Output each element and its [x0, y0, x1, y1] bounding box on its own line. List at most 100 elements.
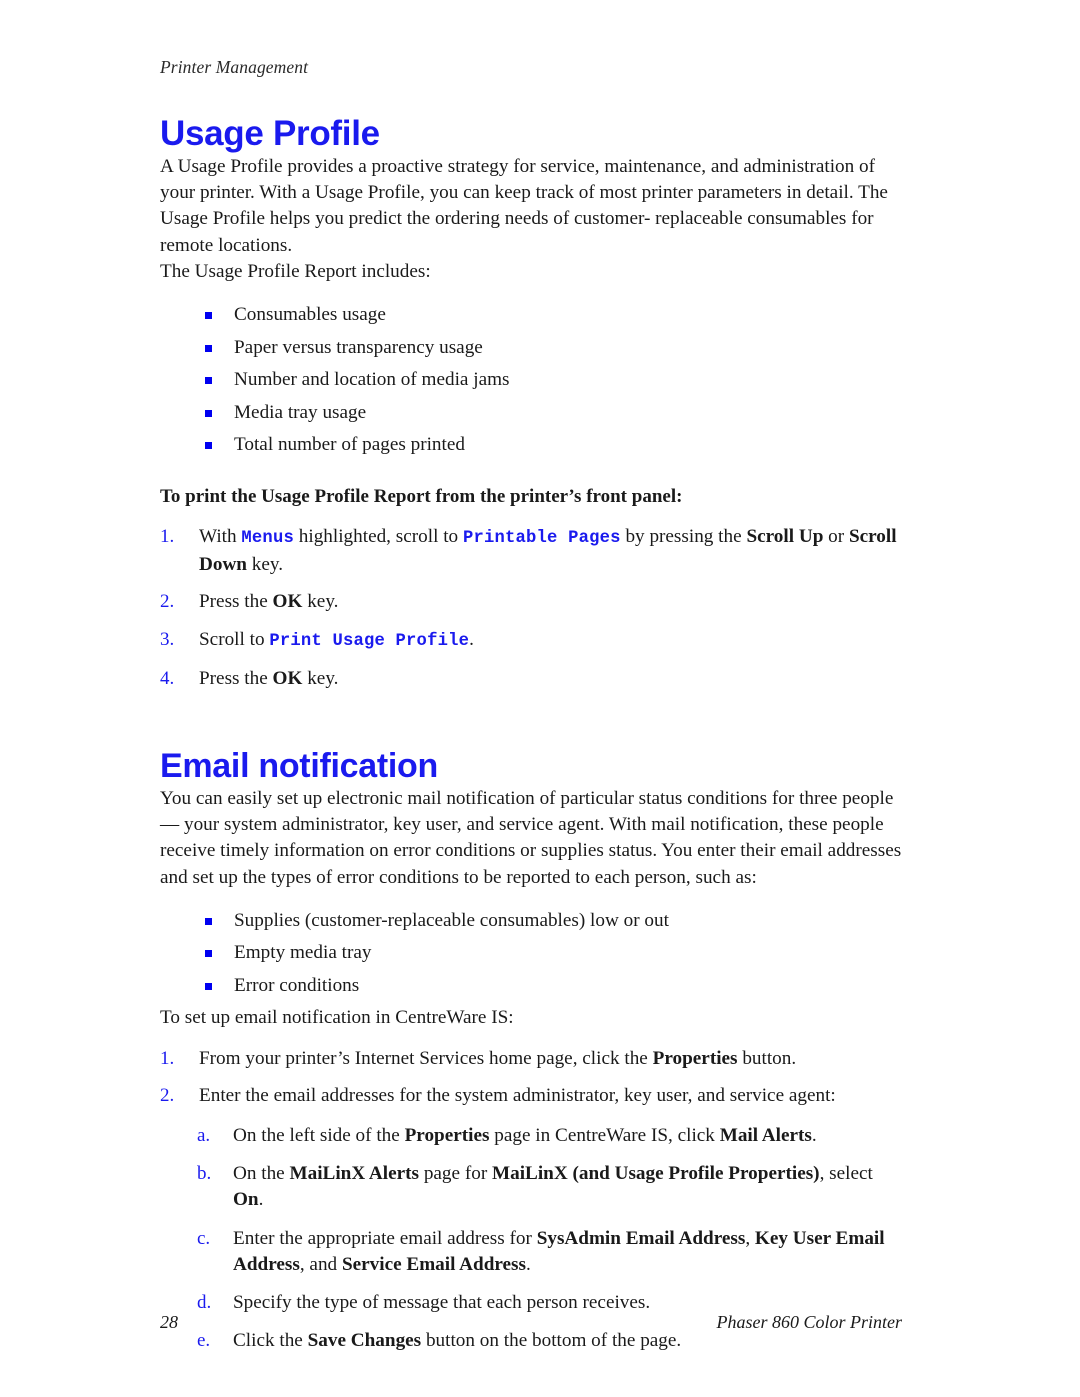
- ui-code-term: Menus: [241, 529, 294, 549]
- square-bullet-icon: [205, 409, 212, 417]
- bold-term: SysAdmin Email Address: [536, 1227, 746, 1249]
- page-content: Usage Profile A Usage Profile provides a…: [160, 104, 902, 1366]
- text-run: With: [199, 526, 242, 548]
- email-notification-intro-paragraph: You can easily set up electronic mail no…: [160, 788, 902, 888]
- email-notification-procedure-lead: To set up email notification in CentreWa…: [160, 1007, 514, 1029]
- text-run: highlighted, scroll to: [293, 526, 463, 548]
- step-text: Scroll to Print Usage Profile.: [199, 628, 474, 651]
- square-bullet-icon: [205, 442, 212, 450]
- text-run: From your printer’s Internet Services ho…: [199, 1047, 653, 1069]
- step-text: Press the OK key.: [199, 591, 338, 612]
- text-run: key.: [302, 591, 339, 613]
- procedure-step: 1. With Menus highlighted, scroll to Prin…: [160, 524, 902, 578]
- page-title-email-notification: Email notification: [160, 747, 438, 786]
- step-text: From your printer’s Internet Services ho…: [199, 1048, 796, 1069]
- step-marker: a.: [197, 1124, 211, 1146]
- step-marker: 2.: [160, 1084, 175, 1106]
- text-run: page for: [419, 1163, 492, 1185]
- square-bullet-icon: [205, 312, 212, 320]
- bold-term: MaiLinX (and Usage Profile Properties): [492, 1163, 820, 1185]
- procedure-step: a. On the left side of the Properties pag…: [160, 1123, 902, 1149]
- procedure-step: 2. Enter the email addresses for the syst…: [160, 1083, 902, 1109]
- list-item: Empty media tray: [160, 940, 902, 966]
- step-marker: 2.: [160, 591, 175, 613]
- step-marker: b.: [197, 1163, 212, 1185]
- bold-term: Properties: [652, 1047, 738, 1069]
- list-item: Paper versus transparency usage: [160, 335, 902, 361]
- usage-profile-list-lead: The Usage Profile Report includes:: [160, 260, 431, 282]
- text-run: .: [469, 628, 474, 650]
- list-item-label: Media tray usage: [234, 401, 367, 423]
- procedure-step: b. On the MaiLinX Alerts page for MaiLinX…: [160, 1161, 902, 1213]
- list-item: Media tray usage: [160, 400, 902, 426]
- running-header: Printer Management: [160, 57, 309, 77]
- text-run: ,: [745, 1227, 755, 1249]
- list-item-label: Empty media tray: [234, 942, 372, 964]
- bold-term: On: [233, 1189, 259, 1211]
- text-run: .: [258, 1189, 264, 1211]
- list-item: Total number of pages printed: [160, 432, 902, 458]
- procedure-step: 4. Press the OK key.: [160, 666, 902, 692]
- text-run: key.: [246, 554, 284, 576]
- list-item: Error conditions: [160, 973, 902, 999]
- text-run: Press the: [199, 667, 273, 689]
- text-run: , and: [299, 1253, 342, 1275]
- bold-term: MaiLinX Alerts: [289, 1163, 420, 1185]
- step-text: On the MaiLinX Alerts page for MaiLinX (…: [233, 1163, 873, 1210]
- bold-term: OK: [272, 591, 303, 613]
- text-run: Specify the type of message that each pe…: [233, 1291, 651, 1313]
- email-notification-steps: 1. From your printer’s Internet Services …: [160, 1046, 902, 1109]
- list-item: Consumables usage: [160, 302, 902, 328]
- text-run: On the left side of the: [233, 1124, 405, 1146]
- square-bullet-icon: [205, 344, 212, 352]
- usage-profile-intro-paragraph: A Usage Profile provides a proactive str…: [160, 156, 888, 256]
- bold-term: Scroll Up: [746, 526, 824, 548]
- step-text: Enter the appropriate email address for …: [233, 1228, 885, 1275]
- bold-term: Mail Alerts: [719, 1124, 812, 1146]
- text-run: button.: [737, 1047, 797, 1069]
- text-run: button on the bottom of the page.: [421, 1330, 682, 1352]
- list-item-label: Number and location of media jams: [234, 369, 510, 391]
- text-run: or: [823, 526, 849, 548]
- list-item: Number and location of media jams: [160, 367, 902, 393]
- page-title-usage-profile: Usage Profile: [160, 114, 380, 153]
- step-text: Click the Save Changes button on the bot…: [233, 1330, 681, 1351]
- text-run: On the: [233, 1163, 290, 1185]
- list-item-label: Paper versus transparency usage: [234, 336, 483, 358]
- footer-document-title: Phaser 860 Color Printer: [716, 1312, 902, 1332]
- step-marker: 3.: [160, 628, 175, 650]
- text-run: Enter the appropriate email address for: [233, 1227, 537, 1249]
- step-marker: 1.: [160, 526, 175, 548]
- step-marker: d.: [197, 1291, 212, 1313]
- bold-term: Service Email Address: [341, 1253, 526, 1275]
- bold-term: Properties: [404, 1124, 490, 1146]
- text-run: .: [811, 1124, 817, 1146]
- procedure-step: 1. From your printer’s Internet Services …: [160, 1046, 902, 1072]
- step-marker: c.: [197, 1227, 211, 1249]
- procedure-step: 2. Press the OK key.: [160, 589, 902, 615]
- text-run: Enter the email addresses for the system…: [199, 1084, 836, 1106]
- bold-term: Save Changes: [307, 1330, 422, 1352]
- step-text: With Menus highlighted, scroll to Printa…: [199, 526, 897, 575]
- step-text: Enter the email addresses for the system…: [199, 1085, 836, 1106]
- list-item-label: Consumables usage: [234, 304, 386, 326]
- email-notification-condition-list: Supplies (customer-replaceable consumabl…: [160, 908, 902, 999]
- text-run: by pressing the: [620, 526, 747, 548]
- step-marker: 4.: [160, 667, 175, 689]
- list-item-label: Error conditions: [234, 974, 360, 996]
- step-marker: 1.: [160, 1047, 175, 1069]
- usage-profile-report-list: Consumables usage Paper versus transparen…: [160, 302, 902, 458]
- text-run: Click the: [233, 1330, 308, 1352]
- text-run: .: [526, 1253, 531, 1275]
- list-item-label: Supplies (customer-replaceable consumabl…: [234, 909, 669, 931]
- square-bullet-icon: [205, 377, 212, 385]
- bold-term: OK: [272, 667, 303, 689]
- text-run: key.: [302, 667, 339, 689]
- step-text: Press the OK key.: [199, 668, 338, 689]
- document-page: Printer Management Usage Profile A Usage…: [0, 0, 1080, 1397]
- footer-page-number: 28: [160, 1312, 178, 1332]
- square-bullet-icon: [205, 950, 212, 958]
- procedure-step: 3. Scroll to Print Usage Profile.: [160, 627, 902, 655]
- step-text: Specify the type of message that each pe…: [233, 1292, 650, 1313]
- usage-profile-steps: 1. With Menus highlighted, scroll to Prin…: [160, 524, 902, 692]
